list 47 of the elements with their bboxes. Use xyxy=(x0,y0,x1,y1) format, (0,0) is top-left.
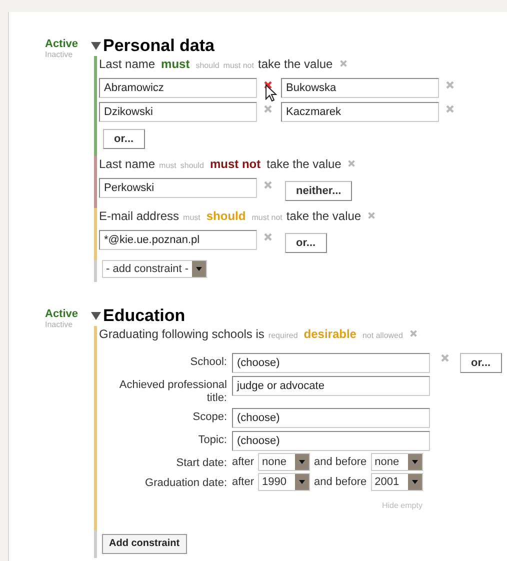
constraint-subject: Last name xyxy=(99,156,156,172)
field-label: Topic: xyxy=(197,433,228,447)
add-constraint-button[interactable]: Add constraint xyxy=(102,534,187,554)
section-title: Education xyxy=(103,306,186,326)
field-label: Achieved professional title: xyxy=(118,378,228,405)
modality-option[interactable]: must not xyxy=(208,156,263,172)
or-button[interactable]: or... xyxy=(460,353,502,373)
field-label: Graduation date: xyxy=(144,476,228,490)
input-field[interactable]: *@kie.ue.poznan.pl xyxy=(99,230,257,250)
dropdown[interactable]: none xyxy=(258,453,310,471)
collapse-triangle-icon[interactable] xyxy=(91,311,101,321)
constraint-suffix: take the value xyxy=(266,156,342,172)
input-field[interactable]: Bukowska xyxy=(281,78,439,98)
constraint-suffix: take the value xyxy=(258,56,333,72)
dropdown[interactable]: none xyxy=(370,453,423,471)
constraint-subject: Last name xyxy=(99,56,156,72)
range-label: and before xyxy=(314,474,367,490)
or-button[interactable]: neither... xyxy=(285,181,352,202)
or-button[interactable]: or... xyxy=(285,233,327,254)
field-label: Scope: xyxy=(192,410,228,424)
range-label: after xyxy=(232,454,254,470)
remove-icon[interactable] xyxy=(263,80,273,90)
input-field[interactable]: (choose) xyxy=(232,408,430,428)
input-field[interactable]: judge or advocate xyxy=(232,376,430,396)
dropdown[interactable]: - add constraint - xyxy=(102,260,207,278)
modality-option[interactable]: must xyxy=(159,56,192,72)
dropdown[interactable]: 1990 xyxy=(258,473,310,491)
input-field[interactable]: Abramowicz xyxy=(99,78,257,98)
field-label: School: xyxy=(189,355,228,369)
section-title: Personal data xyxy=(103,36,214,56)
range-label: after xyxy=(232,474,254,490)
or-button[interactable]: or... xyxy=(103,129,145,150)
input-field[interactable]: Kaczmarek xyxy=(281,102,439,122)
dropdown[interactable]: 2001 xyxy=(370,473,423,491)
status-option[interactable]: Active xyxy=(45,308,94,320)
status-option[interactable]: Active xyxy=(45,38,94,50)
constraint-subject: Graduating following schools is xyxy=(99,326,264,342)
cursor-icon xyxy=(265,84,277,102)
constraint-subject: E-mail address xyxy=(99,208,180,224)
input-field[interactable]: Dzikowski xyxy=(99,102,257,122)
field-label: Start date: xyxy=(175,456,228,470)
input-field[interactable]: Perkowski xyxy=(99,178,257,198)
input-field[interactable]: (choose) xyxy=(232,431,430,451)
range-label: and before xyxy=(314,454,367,470)
input-field[interactable]: (choose) xyxy=(232,353,430,373)
constraint-suffix: take the value xyxy=(286,208,362,224)
collapse-triangle-icon[interactable] xyxy=(91,41,101,51)
